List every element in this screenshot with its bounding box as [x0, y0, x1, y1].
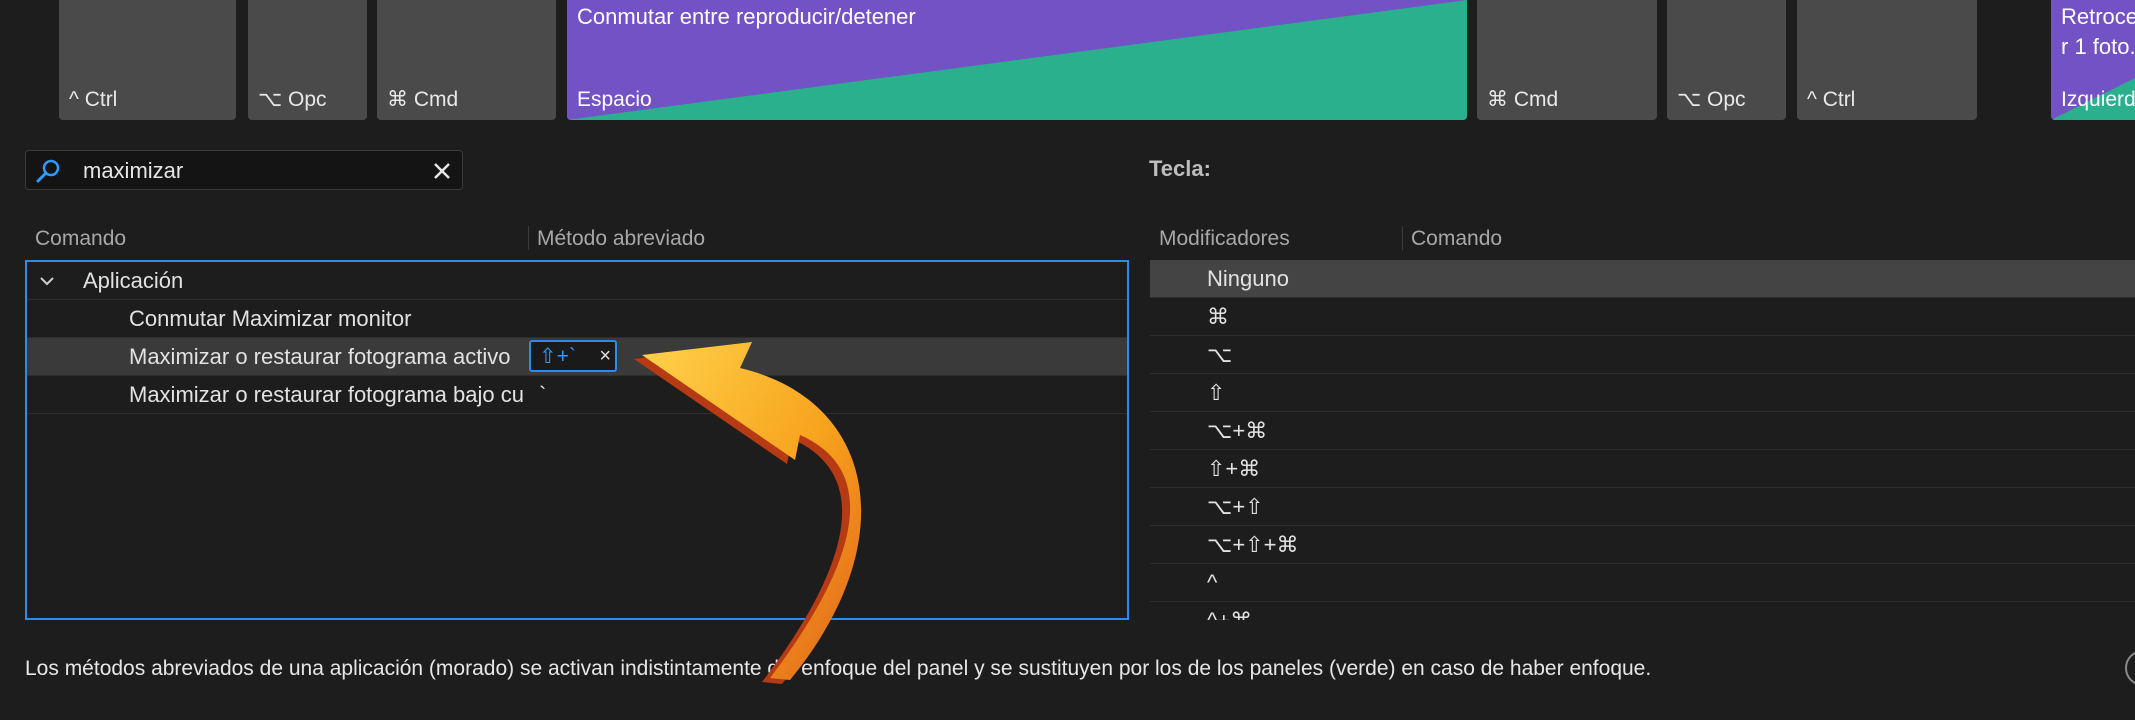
shortcut-chip[interactable]: ⇧+` ×	[529, 340, 617, 372]
modifier-label: ⇧+⌘	[1207, 456, 1261, 481]
info-button[interactable]	[2125, 650, 2135, 686]
key-command-label: Conmutar entre reproducir/detener	[577, 4, 916, 29]
command-row-selected[interactable]: Maximizar o restaurar fotograma activo ⇧…	[27, 338, 1127, 376]
modifier-row[interactable]: ⇧+⌘	[1150, 450, 2135, 488]
key-space[interactable]: Conmutar entre reproducir/detener Espaci…	[567, 0, 1467, 120]
key-ctrl-left[interactable]: ^ Ctrl	[59, 0, 236, 120]
modifier-row-selected[interactable]: Ninguno	[1150, 260, 2135, 298]
key-left-arrow[interactable]: Retroce r 1 foto. Izquierd	[2051, 0, 2135, 120]
key-label: Izquierd	[2061, 88, 2135, 111]
clear-search-icon[interactable]	[428, 157, 456, 185]
column-divider	[528, 226, 529, 250]
key-command-right[interactable]: ⌘ Cmd	[1477, 0, 1657, 120]
key-option-right[interactable]: ⌥ Opc	[1667, 0, 1786, 120]
footer-note: Los métodos abreviados de una aplicación…	[25, 657, 1652, 680]
command-name: Conmutar Maximizar monitor	[129, 306, 412, 331]
modifier-row[interactable]: ⌥	[1150, 336, 2135, 374]
chevron-down-icon[interactable]	[37, 271, 57, 291]
modifier-label: ⇧	[1207, 380, 1226, 405]
modifier-label: ⌥+⇧+⌘	[1207, 532, 1299, 557]
modifier-label: Ninguno	[1207, 266, 1289, 291]
modifier-label: ⌘	[1207, 304, 1229, 329]
column-header-modifiers[interactable]: Modificadores	[1159, 227, 1290, 251]
shortcut-key: ⇧+`	[539, 345, 576, 368]
key-command-left[interactable]: ⌘ Cmd	[377, 0, 556, 120]
remove-shortcut-icon[interactable]: ×	[599, 345, 611, 368]
key-option-left[interactable]: ⌥ Opc	[248, 0, 367, 120]
group-label: Aplicación	[83, 268, 184, 293]
column-header-command[interactable]: Comando	[35, 227, 126, 251]
modifier-label: ^+⌘	[1207, 608, 1252, 620]
command-name: Maximizar o restaurar fotograma bajo cu	[129, 382, 524, 407]
search-icon	[36, 159, 60, 183]
command-row[interactable]: Conmutar Maximizar monitor	[27, 300, 1127, 338]
key-ctrl-right[interactable]: ^ Ctrl	[1797, 0, 1977, 120]
modifier-label: ⌥+⇧	[1207, 494, 1264, 519]
column-divider	[1402, 226, 1403, 250]
key-label: ⌥ Opc	[1677, 88, 1746, 111]
modifier-row[interactable]: ⌥+⇧	[1150, 488, 2135, 526]
modifier-row[interactable]: ^	[1150, 564, 2135, 602]
modifier-row[interactable]: ^+⌘	[1150, 602, 2135, 620]
modifier-label: ⌥	[1207, 342, 1233, 367]
search-input[interactable]: maximizar	[83, 158, 183, 184]
key-label-heading: Tecla:	[1149, 156, 1211, 181]
column-header-mod-command[interactable]: Comando	[1411, 227, 1502, 251]
key-command-label: Retroce r 1 foto.	[2061, 4, 2135, 59]
modifier-row[interactable]: ⌥+⌘	[1150, 412, 2135, 450]
key-label: ^ Ctrl	[69, 88, 118, 111]
group-row-application[interactable]: Aplicación	[27, 262, 1127, 300]
key-label: Espacio	[577, 88, 652, 111]
shortcut-key[interactable]: `	[539, 382, 546, 408]
key-label: ⌘ Cmd	[1487, 88, 1559, 111]
column-header-shortcut[interactable]: Método abreviado	[537, 227, 705, 251]
key-label: ⌥ Opc	[258, 88, 327, 111]
modifiers-list[interactable]: Ninguno ⌘ ⌥ ⇧ ⌥+⌘ ⇧+⌘ ⌥+⇧ ⌥+⇧+⌘ ^ ^+⌘	[1150, 260, 2135, 620]
command-row[interactable]: Maximizar o restaurar fotograma bajo cu …	[27, 376, 1127, 414]
search-box[interactable]: maximizar	[25, 150, 463, 190]
key-label: ⌘ Cmd	[387, 88, 459, 111]
modifier-row[interactable]: ⌘	[1150, 298, 2135, 336]
modifier-row[interactable]: ⌥+⇧+⌘	[1150, 526, 2135, 564]
command-name: Maximizar o restaurar fotograma activo	[129, 344, 511, 369]
modifier-label: ⌥+⌘	[1207, 418, 1268, 443]
command-list[interactable]: Aplicación Conmutar Maximizar monitor Ma…	[25, 260, 1129, 620]
key-label: ^ Ctrl	[1807, 88, 1856, 111]
modifier-label: ^	[1207, 570, 1218, 595]
modifier-row[interactable]: ⇧	[1150, 374, 2135, 412]
